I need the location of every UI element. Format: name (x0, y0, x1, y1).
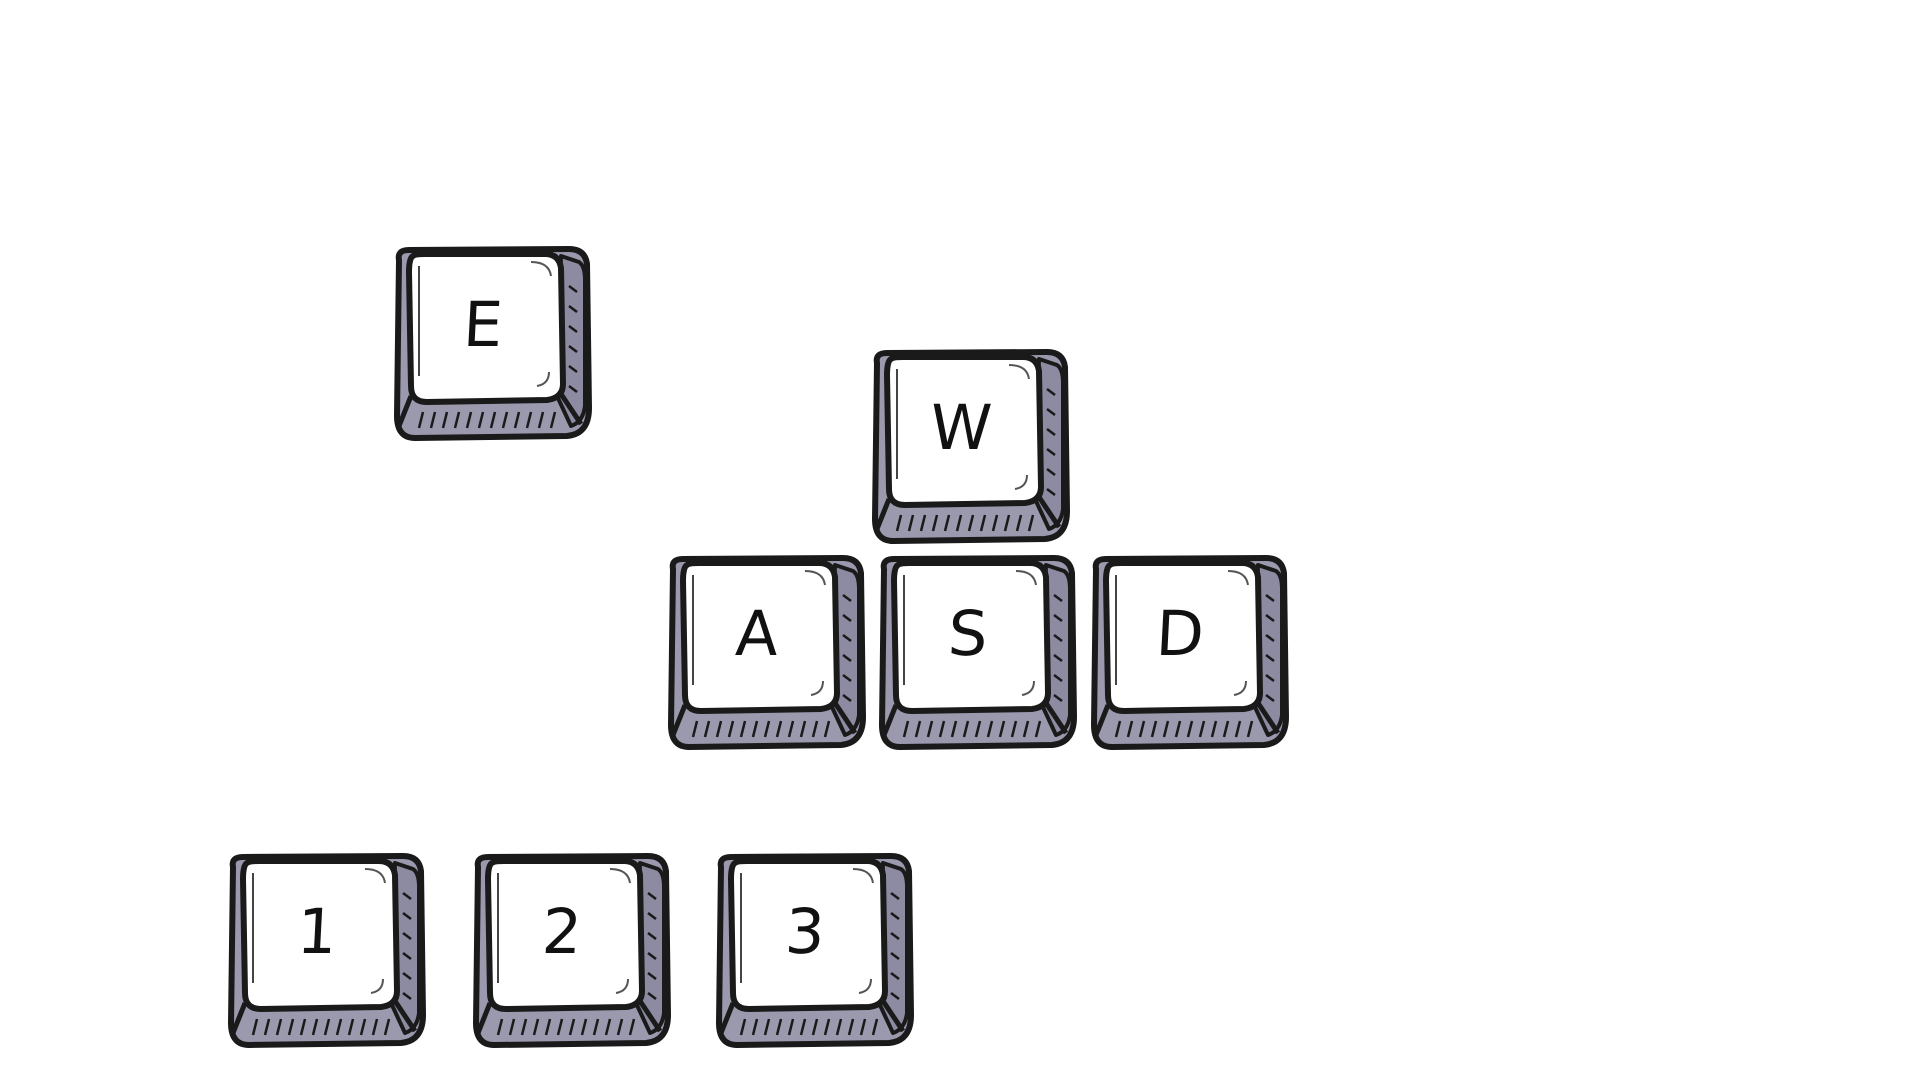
keycap-icon (713, 853, 913, 1049)
key-3[interactable]: 3 (713, 853, 913, 1049)
key-s[interactable]: S (876, 555, 1076, 751)
keyboard-keys-illustration: E W A S D 1 2 3 (0, 0, 1920, 1080)
key-e[interactable]: E (391, 246, 591, 442)
keycap-icon (665, 555, 865, 751)
keycap-icon (391, 246, 591, 442)
key-1[interactable]: 1 (225, 853, 425, 1049)
key-2[interactable]: 2 (470, 853, 670, 1049)
keycap-icon (876, 555, 1076, 751)
keycap-icon (1088, 555, 1288, 751)
key-d[interactable]: D (1088, 555, 1288, 751)
keycap-icon (225, 853, 425, 1049)
key-a[interactable]: A (665, 555, 865, 751)
keycap-icon (869, 349, 1069, 545)
keycap-icon (470, 853, 670, 1049)
key-w[interactable]: W (869, 349, 1069, 545)
